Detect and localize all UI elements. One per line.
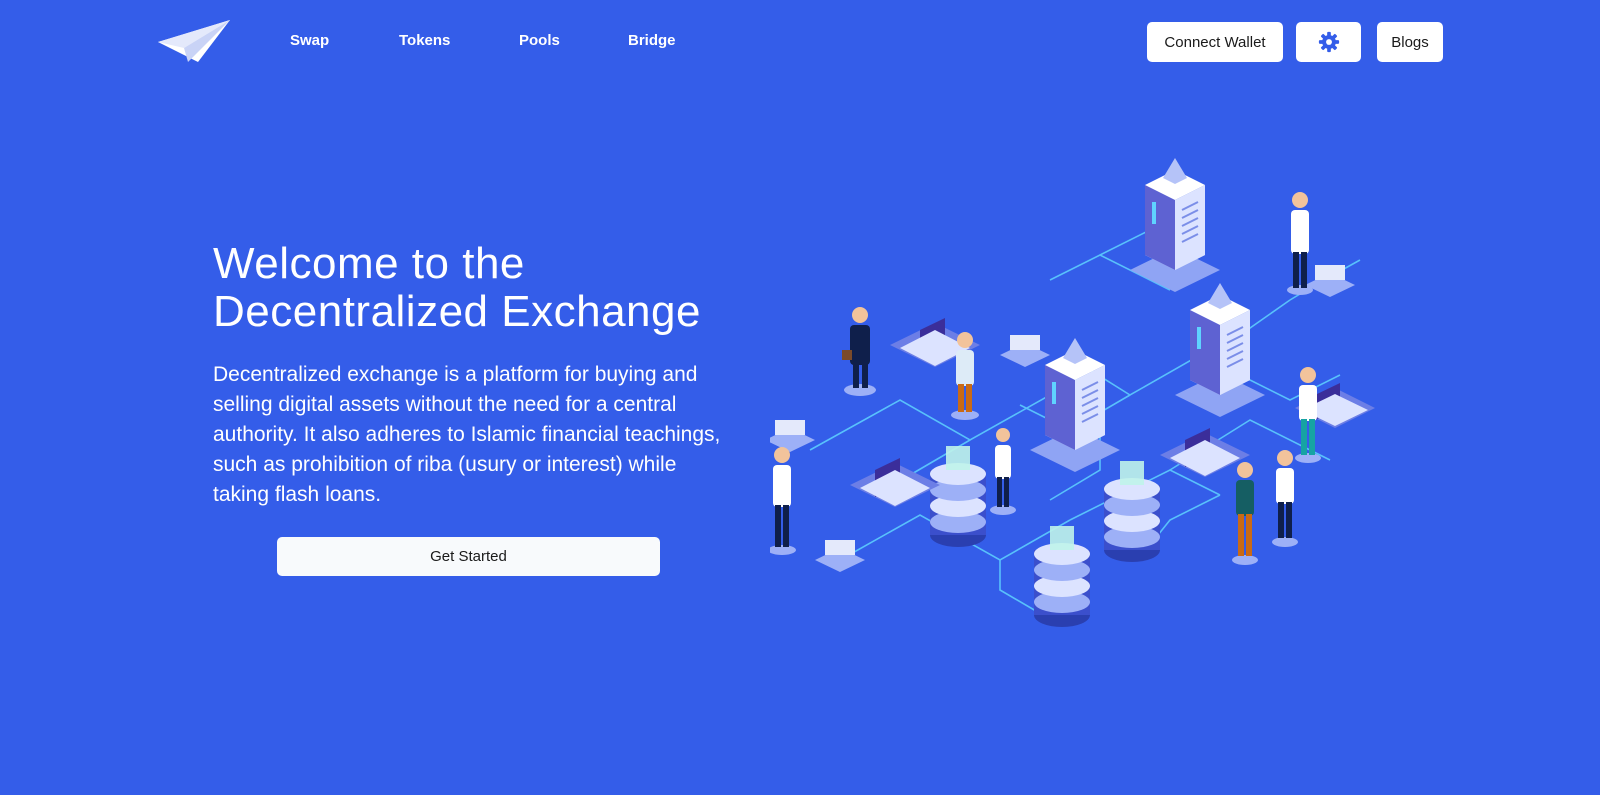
laptop-platform-3	[1160, 428, 1250, 477]
connect-wallet-button[interactable]: Connect Wallet	[1147, 22, 1283, 62]
database-stack-3	[1034, 526, 1090, 627]
hero-title-line2: Decentralized Exchange	[213, 287, 701, 336]
nav-swap-link[interactable]: Swap	[290, 32, 329, 49]
gear-icon	[1318, 31, 1339, 53]
blogs-button[interactable]: Blogs	[1377, 22, 1443, 62]
nav-pools-link[interactable]: Pools	[519, 32, 560, 49]
server-tower-1	[1130, 158, 1220, 292]
paper-plane-icon[interactable]	[158, 20, 230, 64]
settings-button[interactable]	[1296, 22, 1361, 62]
top-navbar: Swap Tokens Pools Bridge Connect Wallet …	[0, 0, 1600, 84]
database-stack-2	[1104, 461, 1160, 562]
database-stack-1	[930, 446, 986, 547]
nav-tokens-link[interactable]: Tokens	[399, 32, 450, 49]
server-tower-2	[1175, 283, 1265, 417]
nav-bridge-link[interactable]: Bridge	[628, 32, 676, 49]
hero-title: Welcome to the Decentralized Exchange	[213, 240, 773, 336]
get-started-button[interactable]: Get Started	[277, 537, 660, 576]
blockchain-network-illustration	[770, 158, 1375, 627]
hero-description: Decentralized exchange is a platform for…	[213, 363, 721, 506]
hero-title-line1: Welcome to the	[213, 239, 525, 288]
